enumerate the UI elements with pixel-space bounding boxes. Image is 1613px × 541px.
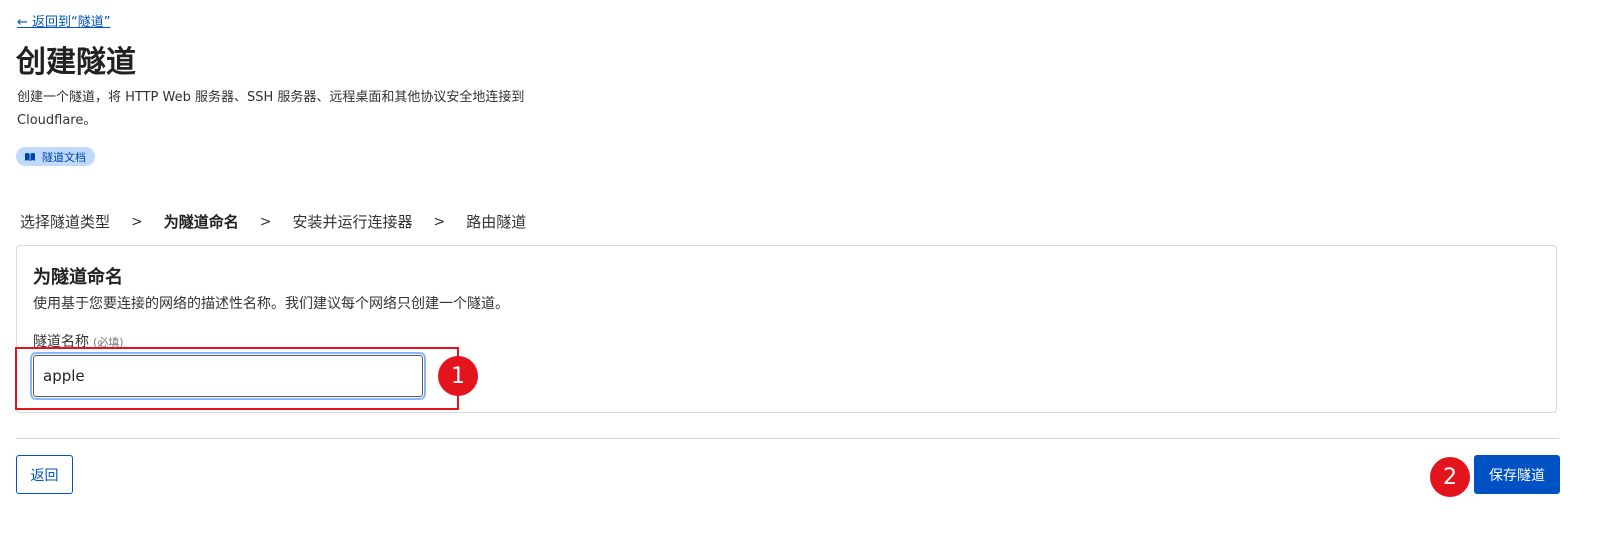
tunnel-docs-link[interactable]: 隧道文档 xyxy=(16,147,95,166)
step-name-tunnel: 为隧道命名 xyxy=(163,213,239,231)
card-description: 使用基于您要连接的网络的描述性名称。我们建议每个网络只创建一个隧道。 xyxy=(33,296,509,312)
step-select-type: 选择隧道类型 xyxy=(20,213,111,231)
step-separator: > xyxy=(433,213,446,230)
step-separator: > xyxy=(259,213,272,230)
back-button[interactable]: 返回 xyxy=(16,455,73,494)
page-description: 创建一个隧道，将 HTTP Web 服务器、SSH 服务器、远程桌面和其他协议安… xyxy=(17,90,525,128)
step-install-connector: 安装并运行连接器 xyxy=(292,213,413,231)
book-icon xyxy=(24,152,36,162)
step-route-tunnel: 路由隧道 xyxy=(466,213,527,231)
back-to-tunnels-link[interactable]: ← 返回到“隧道” xyxy=(17,11,111,30)
tunnel-docs-label: 隧道文档 xyxy=(42,150,86,164)
annotation-marker-1: 1 xyxy=(438,356,478,396)
step-separator: > xyxy=(131,213,143,230)
footer-divider xyxy=(16,438,1559,439)
card-title: 为隧道命名 xyxy=(33,267,123,288)
annotation-marker-2: 2 xyxy=(1430,457,1470,497)
page-title: 创建隧道 xyxy=(16,45,136,80)
annotation-highlight-box xyxy=(15,347,459,410)
step-breadcrumb: 选择隧道类型 > 为隧道命名 > 安装并运行连接器 > 路由隧道 xyxy=(20,211,526,232)
save-tunnel-button[interactable]: 保存隧道 xyxy=(1474,455,1560,494)
